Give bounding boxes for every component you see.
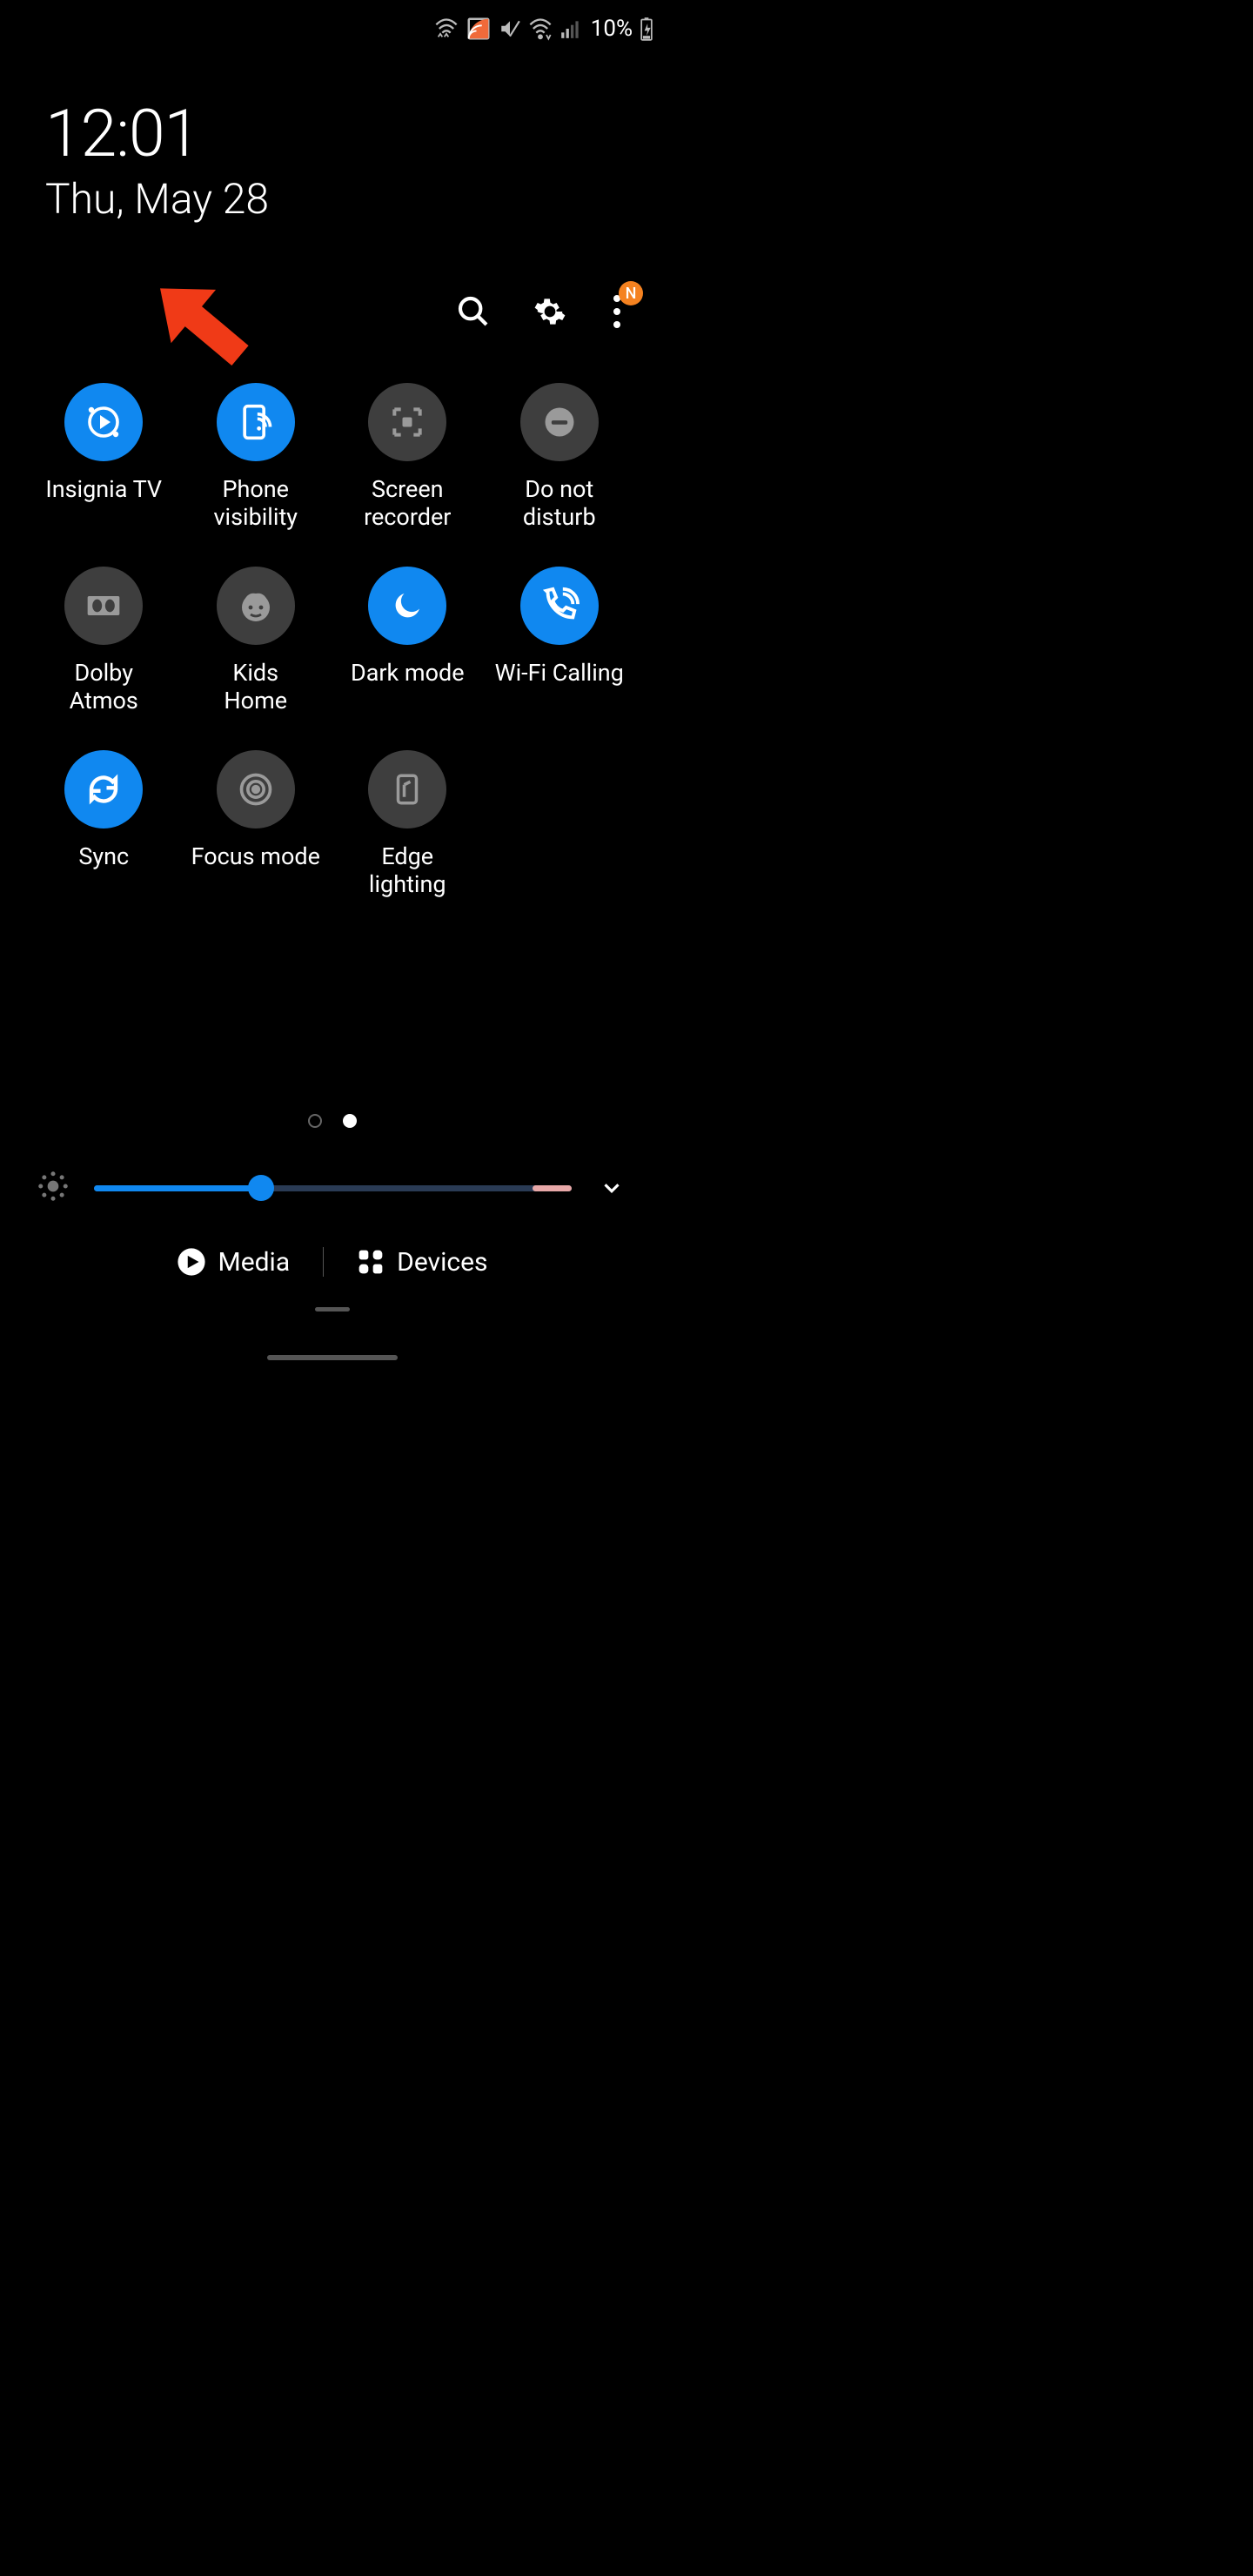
annotation-arrow-icon — [131, 252, 270, 392]
date[interactable]: Thu, May 28 — [45, 174, 269, 224]
tile-label[interactable]: Edge lighting — [369, 842, 446, 899]
tile-label[interactable]: Phone visibility — [213, 475, 298, 532]
tile-screen-recorder[interactable]: Screen recorder — [332, 383, 484, 532]
tile-label[interactable]: Focus mode — [191, 842, 320, 870]
media-button[interactable]: Media — [177, 1247, 291, 1278]
page-dot-1[interactable] — [343, 1114, 357, 1128]
tile-moon[interactable]: Dark mode — [332, 567, 484, 715]
gear-icon — [533, 295, 566, 328]
tile-kid-face[interactable]: Kids Home — [180, 567, 332, 715]
moon-icon[interactable] — [368, 567, 446, 645]
tile-sync[interactable]: Sync — [28, 750, 180, 899]
brightness-slider[interactable] — [94, 1185, 572, 1191]
search-button[interactable] — [453, 292, 493, 332]
tile-label[interactable]: Dark mode — [351, 659, 465, 687]
more-button[interactable]: N — [606, 292, 627, 332]
cast-play-icon[interactable] — [64, 383, 143, 461]
tile-label[interactable]: Do not disturb — [523, 475, 596, 532]
dolby-icon[interactable] — [64, 567, 143, 645]
media-label: Media — [218, 1247, 291, 1278]
brightness-max-zone — [533, 1185, 572, 1191]
screen-recorder-icon[interactable] — [368, 383, 446, 461]
tile-label[interactable]: Dolby Atmos — [70, 659, 138, 715]
tile-edge-lighting[interactable]: Edge lighting — [332, 750, 484, 899]
play-circle-icon — [177, 1247, 206, 1277]
devices-grid-icon — [357, 1248, 385, 1276]
clock[interactable]: 12:01 — [45, 96, 199, 172]
wifi-activity-icon — [434, 17, 459, 41]
edge-lighting-icon[interactable] — [368, 750, 446, 828]
brightness-icon — [37, 1170, 70, 1206]
brightness-row — [37, 1157, 627, 1218]
settings-button[interactable] — [530, 292, 570, 332]
phone-visibility-icon[interactable] — [217, 383, 295, 461]
sync-icon[interactable] — [64, 750, 143, 828]
bottom-controls: Media Devices — [0, 1236, 664, 1288]
tile-label[interactable]: Sync — [78, 842, 129, 870]
tile-target[interactable]: Focus mode — [180, 750, 332, 899]
battery-charging-icon — [640, 17, 653, 41]
battery-percentage: 10% — [591, 16, 633, 42]
qs-toolbar: N — [453, 292, 627, 332]
kid-face-icon[interactable] — [217, 567, 295, 645]
panel-handle[interactable] — [315, 1307, 350, 1311]
chevron-down-icon — [599, 1175, 625, 1201]
divider — [323, 1247, 324, 1277]
brightness-fill — [94, 1185, 261, 1191]
page-indicator[interactable] — [0, 1114, 664, 1128]
brightness-thumb[interactable] — [248, 1175, 274, 1201]
tile-phone-visibility[interactable]: Phone visibility — [180, 383, 332, 532]
do-not-disturb-icon[interactable] — [520, 383, 599, 461]
status-bar: 10% — [0, 0, 664, 57]
devices-label: Devices — [397, 1247, 487, 1278]
cell-signal-icon — [559, 17, 582, 40]
tile-label[interactable]: Kids Home — [224, 659, 287, 715]
tile-wifi-calling[interactable]: Wi-Fi Calling — [484, 567, 636, 715]
target-icon[interactable] — [217, 750, 295, 828]
quick-settings-panel: 10% 12:01 Thu, May 28 N Insignia TV Phone… — [0, 0, 664, 1364]
page-dot-0[interactable] — [308, 1114, 322, 1128]
devices-button[interactable]: Devices — [357, 1247, 487, 1278]
tile-cast-play[interactable]: Insignia TV — [28, 383, 180, 532]
search-icon — [456, 294, 491, 329]
nav-gesture-bar[interactable] — [267, 1355, 398, 1360]
tile-label[interactable]: Wi-Fi Calling — [495, 659, 624, 687]
notification-badge: N — [619, 281, 643, 305]
tile-dolby[interactable]: Dolby Atmos — [28, 567, 180, 715]
brightness-expand-button[interactable] — [596, 1172, 627, 1204]
wifi-icon — [528, 17, 553, 41]
wifi-calling-icon[interactable] — [520, 567, 599, 645]
tile-label[interactable]: Insignia TV — [45, 475, 162, 503]
cast-active-icon — [466, 16, 492, 42]
tile-label[interactable]: Screen recorder — [364, 475, 451, 532]
mute-icon — [499, 17, 521, 40]
quick-settings-grid: Insignia TV Phone visibility Screen record… — [28, 383, 635, 898]
tile-do-not-disturb[interactable]: Do not disturb — [484, 383, 636, 532]
